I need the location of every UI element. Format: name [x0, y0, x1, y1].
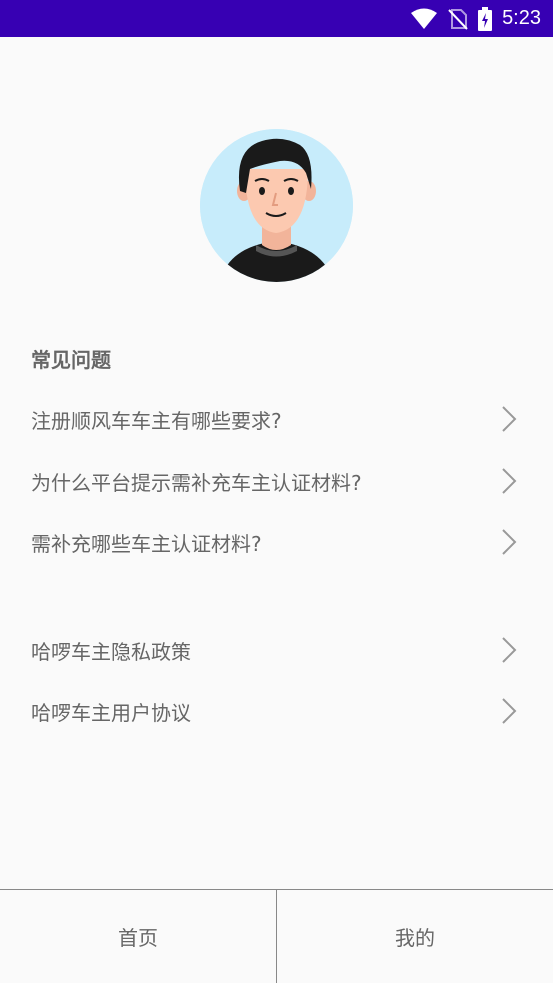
bottom-nav: 首页 我的 — [0, 889, 553, 983]
legal-item-label: 哈啰车主隐私政策 — [31, 639, 191, 664]
status-time: 5:23 — [502, 7, 541, 29]
legal-item-label: 哈啰车主用户协议 — [31, 700, 191, 725]
status-icons: 5:23 — [410, 0, 541, 37]
status-bar: 5:23 — [0, 0, 553, 37]
wifi-icon — [410, 8, 438, 30]
user-avatar-icon[interactable] — [200, 129, 353, 282]
legal-item-privacy-policy[interactable]: 哈啰车主隐私政策 — [0, 621, 553, 679]
faq-item-label: 为什么平台提示需补充车主认证材料? — [31, 470, 362, 495]
legal-item-user-agreement[interactable]: 哈啰车主用户协议 — [0, 682, 553, 740]
tab-mine[interactable]: 我的 — [277, 890, 553, 983]
chevron-right-icon — [502, 529, 517, 555]
faq-item-why-supplement[interactable]: 为什么平台提示需补充车主认证材料? — [0, 452, 553, 510]
chevron-right-icon — [502, 698, 517, 724]
battery-charging-icon — [478, 6, 493, 31]
faq-item-which-materials[interactable]: 需补充哪些车主认证材料? — [0, 513, 553, 571]
chevron-right-icon — [502, 406, 517, 432]
no-sim-icon — [448, 8, 468, 30]
faq-item-label: 注册顺风车车主有哪些要求? — [31, 408, 282, 433]
faq-item-label: 需补充哪些车主认证材料? — [31, 531, 262, 556]
tab-home[interactable]: 首页 — [0, 890, 276, 983]
faq-section-title: 常见问题 — [31, 348, 111, 372]
faq-item-driver-requirements[interactable]: 注册顺风车车主有哪些要求? — [0, 390, 553, 448]
chevron-right-icon — [502, 637, 517, 663]
chevron-right-icon — [502, 468, 517, 494]
